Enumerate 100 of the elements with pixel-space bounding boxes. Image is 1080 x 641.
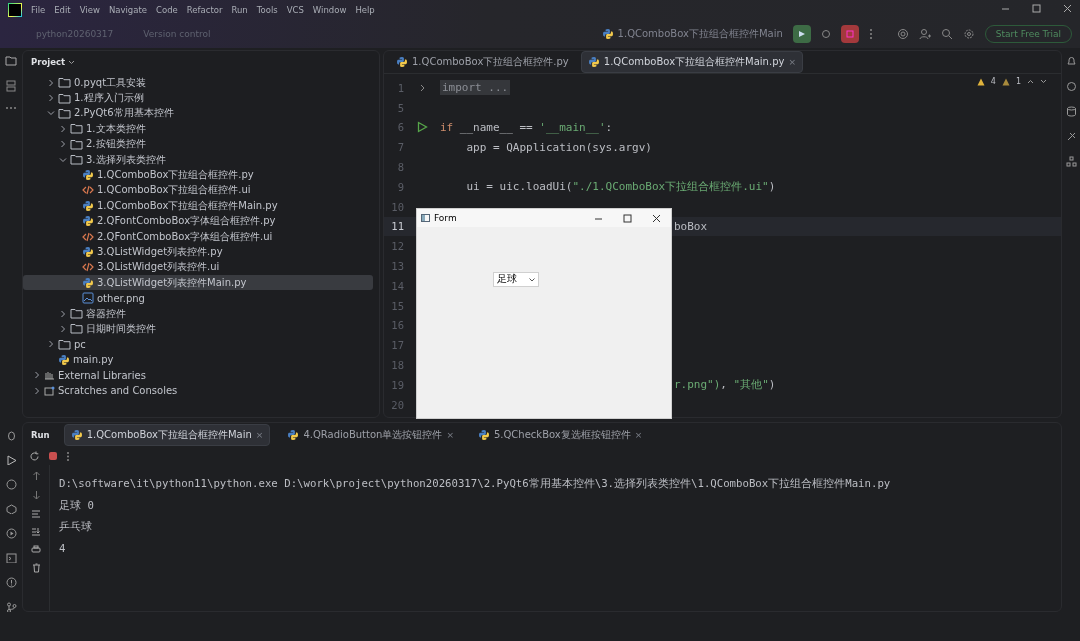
tree-item[interactable]: main.py [23, 352, 373, 368]
warning-icon[interactable] [1001, 77, 1010, 86]
tree-item[interactable]: 1.QComboBox下拉组合框控件Main.py [23, 198, 373, 214]
chevron-down-icon[interactable] [59, 155, 67, 164]
tree-item[interactable]: 1.QComboBox下拉组合框控件.ui [23, 182, 373, 199]
tree-item[interactable]: 1.QComboBox下拉组合框控件.py [23, 167, 373, 183]
chevron-down-icon[interactable] [68, 58, 76, 66]
menu-item[interactable]: Refactor [186, 5, 223, 15]
rerun-icon[interactable] [29, 450, 40, 462]
maximize-icon[interactable] [623, 213, 632, 223]
tree-item[interactable]: 容器控件 [23, 305, 373, 322]
chevron-up-icon[interactable] [1027, 78, 1034, 85]
settings-icon[interactable] [962, 28, 975, 40]
problems-icon[interactable] [5, 577, 17, 588]
arrow-down-icon[interactable] [31, 490, 41, 500]
tree-item[interactable]: 1.程序入门示例 [23, 90, 373, 106]
window-icon [421, 214, 430, 222]
chevron-down-icon[interactable] [47, 109, 55, 118]
more-icon[interactable] [868, 28, 873, 40]
more-icon[interactable] [66, 450, 70, 462]
tree-item[interactable]: 2.QFontComboBox字体组合框控件.ui [23, 228, 373, 245]
run-icon[interactable] [5, 454, 17, 465]
more-icon[interactable] [5, 106, 17, 110]
tree-item[interactable]: 0.pyqt工具安装 [23, 75, 373, 91]
menu-item[interactable]: Run [231, 5, 248, 15]
database-icon[interactable] [1065, 106, 1077, 117]
menu-item[interactable]: View [79, 5, 100, 15]
rerun-button[interactable] [792, 25, 811, 43]
warning-count[interactable]: 4 [990, 77, 996, 86]
chevron-down-icon[interactable] [1040, 78, 1047, 85]
menu-item[interactable]: Navigate [108, 5, 147, 15]
soft-wrap-icon[interactable] [31, 509, 41, 518]
structure-icon[interactable] [6, 80, 16, 92]
console-icon [44, 385, 55, 396]
search-icon[interactable] [940, 28, 953, 40]
close-icon[interactable] [1063, 4, 1072, 13]
line-number: 5 [396, 101, 404, 114]
bell-icon[interactable] [1065, 56, 1077, 67]
tree-item[interactable]: 2.QFontComboBox字体组合框控件.py [23, 213, 373, 229]
close-icon[interactable] [652, 213, 661, 223]
trash-icon[interactable] [31, 563, 41, 573]
tree-item[interactable]: 3.选择列表类控件 [23, 151, 373, 168]
line-number: 1 [396, 81, 404, 94]
folder-icon[interactable] [5, 56, 17, 66]
combo-box[interactable]: 足球 [493, 272, 539, 287]
tree-item[interactable]: 3.QListWidget列表控件.ui [23, 259, 373, 276]
folder-icon [70, 138, 83, 150]
folder-icon [70, 323, 83, 335]
tree-item[interactable]: External Libraries [23, 367, 373, 383]
tree-item[interactable]: 日期时间类控件 [23, 321, 373, 337]
run-config-selector[interactable]: 1.QComboBox下拉组合框控件Main [601, 27, 783, 41]
tree-item[interactable]: 3.QListWidget列表控件.py [23, 244, 373, 260]
run-icon[interactable] [416, 121, 428, 134]
warning-icon[interactable] [976, 77, 985, 86]
caret-icon [529, 277, 535, 282]
menu-item[interactable]: Edit [54, 5, 71, 15]
folder-icon [70, 123, 83, 135]
menu-item[interactable]: Tools [256, 5, 278, 15]
menu-item[interactable]: Code [156, 5, 178, 15]
run-tab[interactable]: 5.QCheckBox复选框按钮控件 × [470, 424, 650, 446]
tree-item[interactable]: 2.按钮类控件 [23, 136, 373, 152]
arrow-up-icon[interactable] [31, 471, 41, 481]
maximize-icon[interactable] [1032, 4, 1041, 13]
tree-item[interactable]: pc [23, 336, 373, 353]
console-line: 4 [59, 542, 67, 556]
line-number: 16 [390, 319, 404, 332]
panel-title[interactable]: Project [31, 57, 66, 67]
menu-item[interactable]: Window [312, 5, 347, 15]
tree-item[interactable]: 1.文本类控件 [23, 121, 373, 137]
tree-item[interactable]: Scratches and Consoles [23, 382, 373, 399]
python-file-icon [82, 199, 94, 212]
terminal-icon[interactable] [5, 552, 17, 563]
run-tab[interactable]: 4.QRadioButton单选按钮控件 × [280, 424, 461, 446]
editor-tab[interactable]: 1.QComboBox下拉组合框控件.py [390, 52, 575, 72]
python-file-icon [82, 246, 94, 258]
stop-button[interactable] [840, 25, 859, 43]
hierarchy-icon[interactable] [1065, 156, 1077, 167]
tree-item[interactable]: other.png [23, 290, 373, 306]
stop-icon[interactable] [48, 451, 58, 461]
panel-title[interactable]: Run [31, 430, 50, 440]
line-number: 19 [390, 378, 404, 391]
services-icon[interactable] [5, 528, 17, 539]
warning-count[interactable]: 1 [1015, 77, 1021, 86]
line-number: 20 [390, 398, 404, 411]
menu-item[interactable]: VCS [286, 5, 304, 15]
menu-item[interactable]: Help [355, 5, 375, 15]
folder-icon [70, 308, 83, 320]
run-tab[interactable]: 1.QComboBox下拉组合框控件Main × [63, 424, 271, 446]
scroll-to-end-icon[interactable] [31, 527, 41, 536]
folder-icon [58, 77, 71, 89]
tree-item[interactable]: 2.PyQt6常用基本控件 [23, 105, 373, 122]
user-add-icon[interactable] [918, 28, 931, 40]
git-icon[interactable] [5, 601, 17, 612]
chevron-right-icon[interactable] [418, 83, 426, 92]
menu-item[interactable]: File [31, 5, 46, 15]
code-line: boBox [673, 219, 708, 233]
tree-item[interactable]: 3.QListWidget列表控件Main.py [23, 275, 373, 291]
editor-tab[interactable]: 1.QComboBox下拉组合框控件Main.py × [580, 51, 803, 73]
code-tag-icon [82, 230, 94, 243]
print-icon[interactable] [31, 545, 41, 554]
